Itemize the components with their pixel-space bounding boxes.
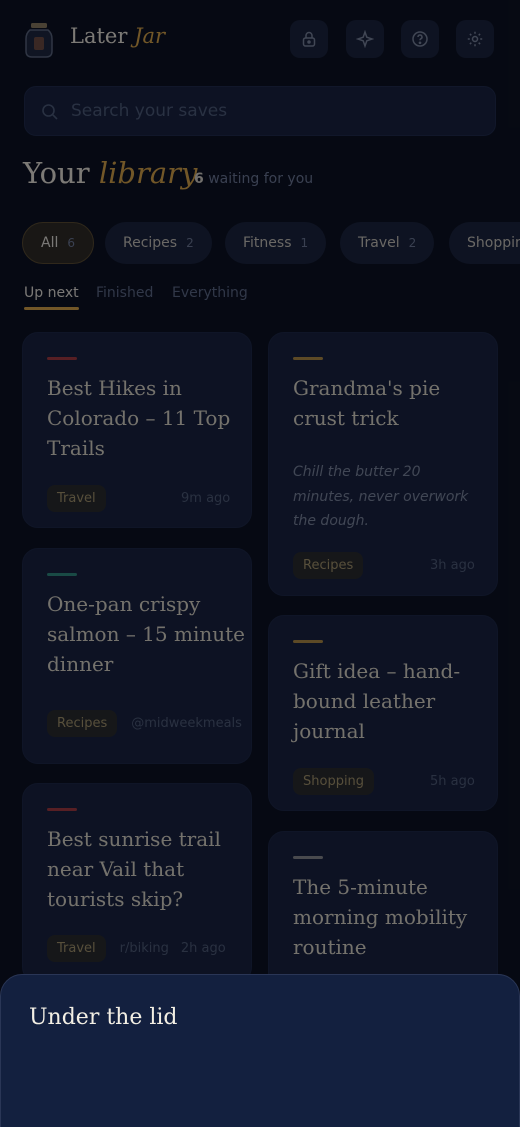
app-screen: Later Jar Your library 6 waiting for you… xyxy=(0,0,520,1127)
bottom-sheet: Under the lid xyxy=(0,974,520,1127)
sheet-title: Under the lid xyxy=(29,1005,178,1030)
dim-overlay[interactable] xyxy=(0,0,520,1127)
